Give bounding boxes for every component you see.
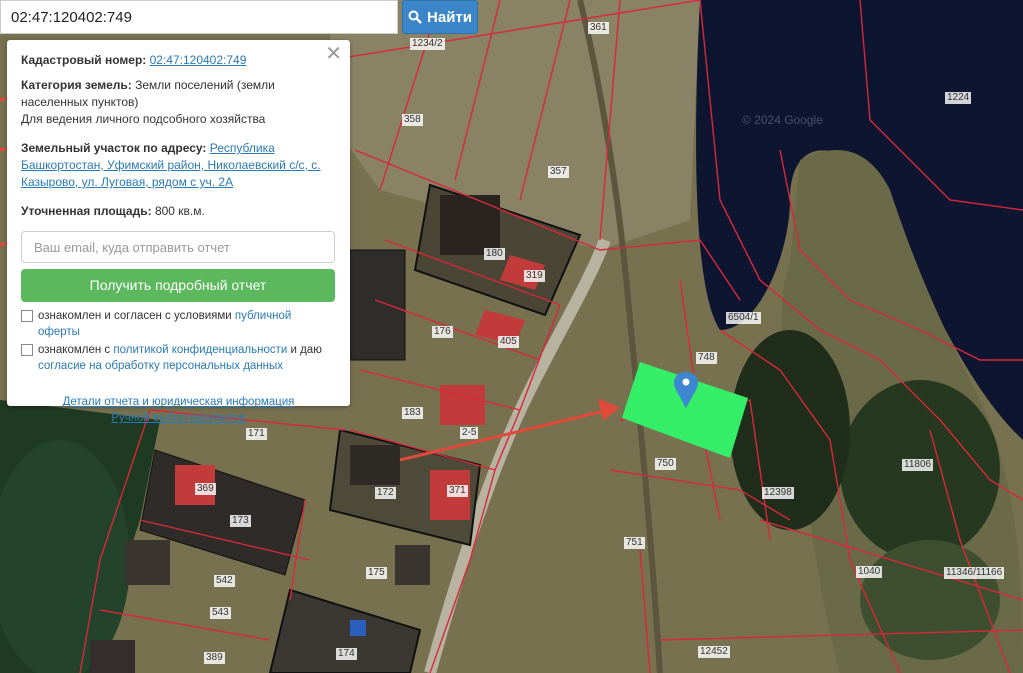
parcel-label: 12398 [762,487,794,499]
tree-cluster [730,330,850,530]
cadastral-label: Кадастровый номер: [21,53,147,67]
parcel-label: 405 [498,336,519,348]
offer-consent-checkbox[interactable] [21,310,33,322]
parcel-label: 1234/2 [410,38,445,50]
privacy-consent-checkbox[interactable] [21,344,33,356]
parcel-label: 542 [214,575,235,587]
parcel-label: 11346/11166 [944,567,1005,579]
privacy-consent-text: ознакомлен с [38,344,114,356]
parcel-label: 361 [588,22,609,34]
report-details-link[interactable]: Детали отчета и юридическая информация [63,396,295,408]
category-label: Категория земель: [21,78,132,92]
parcel-label: 6504/1 [726,312,761,324]
search-input[interactable] [1,1,397,33]
parcel-label: 174 [336,648,357,660]
parcel-label: 175 [366,567,387,579]
parcel-label: 12452 [698,646,730,658]
parcel-label: 357 [548,166,569,178]
address-label: Земельный участок по адресу: [21,141,207,155]
parcel-label: 180 [484,248,505,260]
parcel-label: 173 [230,515,251,527]
email-field[interactable]: Ваш email, куда отправить отчет [21,231,335,263]
parcel-label: 319 [524,270,545,282]
parcel-label: 2-5 [460,427,479,439]
privacy-consent-text2: и даю [287,344,322,356]
cadastral-number-link[interactable]: 02:47:120402:749 [150,53,247,67]
offer-consent-text: ознакомлен и согласен с условиями [38,310,235,322]
search-box [0,0,398,34]
parcel-label: 358 [402,114,423,126]
parcel-label: 172 [375,487,396,499]
search-button-label: Найти [427,8,472,26]
data-processing-link[interactable]: согласие на обработку персональных данны… [38,360,283,372]
footer-links: Детали отчета и юридическая информация Р… [21,394,336,426]
privacy-consent: ознакомлен с политикой конфиденциальност… [21,342,336,374]
search-button[interactable]: Найти [402,0,478,34]
parcel-label: 1040 [856,566,883,578]
close-icon[interactable]: ✕ [325,44,342,64]
manual-selection-link[interactable]: Ручной выбор вариантов [111,412,245,424]
get-report-button[interactable]: Получить подробный отчет [21,269,335,302]
area-label: Уточненная площадь: [21,204,152,218]
parcel-label: 751 [624,537,645,549]
parcel-label: 1224 [945,92,972,104]
parcel-info-panel: ✕ Кадастровый номер: 02:47:120402:749 Ка… [7,40,350,424]
parcel-label: 11806 [902,459,934,471]
parcel-label: 389 [204,652,225,664]
parcel-label: 750 [655,458,676,470]
parcel-label: 369 [195,483,216,495]
search-icon [408,10,422,24]
parcel-label: 543 [210,607,231,619]
parcel-label: 183 [402,407,423,419]
parcel-label: 176 [432,326,453,338]
parcel-label: 171 [246,428,267,440]
privacy-policy-link[interactable]: политикой конфиденциальности [113,344,287,356]
offer-consent: ознакомлен и согласен с условиями публич… [21,308,336,340]
area-value: 800 кв.м. [154,204,205,218]
parcel-label: 748 [696,352,717,364]
land-usage: Для ведения личного подсобного хозяйства [21,112,266,126]
parcel-label: 371 [447,485,468,497]
map-watermark: © 2024 Google [742,113,823,127]
tree-cluster [860,540,1000,660]
